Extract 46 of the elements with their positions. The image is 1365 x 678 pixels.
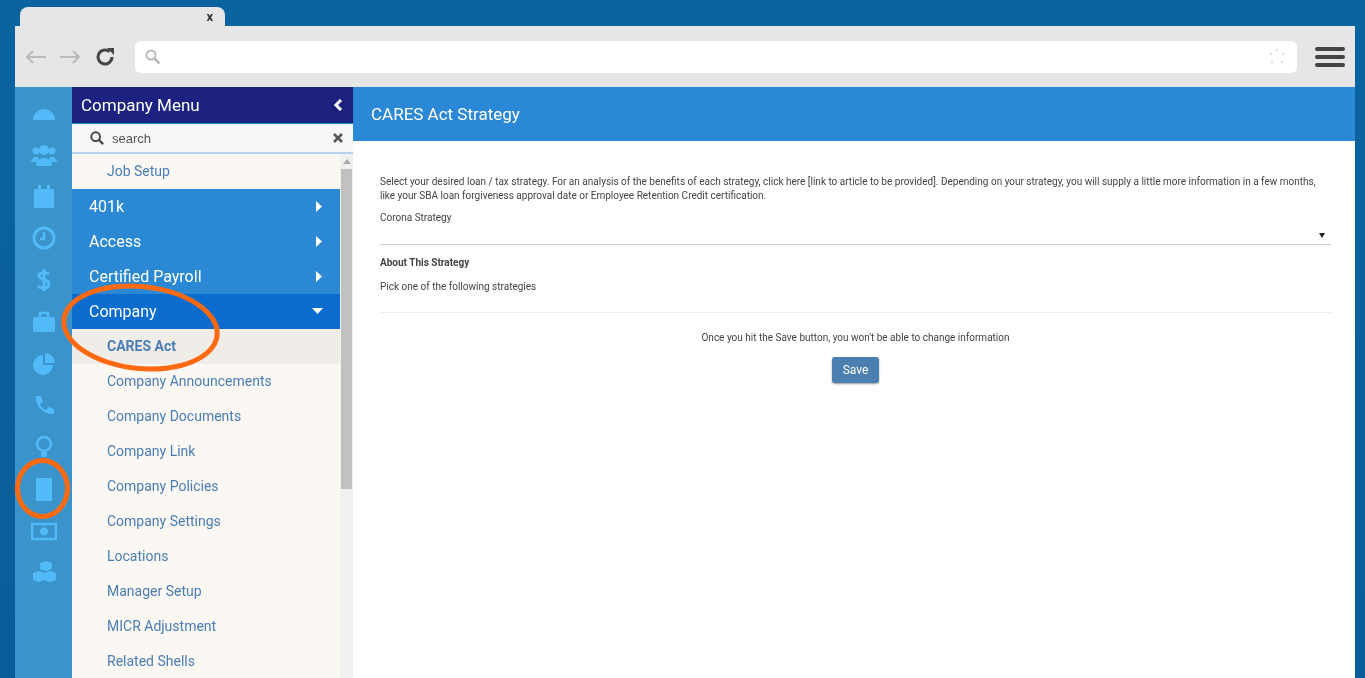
menu-group[interactable]: Access — [72, 224, 340, 259]
highlight-ring — [15, 458, 70, 519]
menu-item[interactable]: CARES Act — [72, 329, 340, 364]
clock-icon[interactable] — [30, 225, 57, 252]
scrollbar[interactable] — [340, 154, 353, 678]
search-icon — [145, 48, 161, 65]
search-icon — [90, 131, 104, 145]
intro-text: Select your desired loan / tax strategy. For an analysis of the benefits of each strategy, click here [link to article to be provided]. Depending on your strategy, you will supply a little more information in a few months, like your SBA loan forgiveness approval date or Employee Retention Credit certification. — [380, 175, 1317, 203]
menu-title: Company Menu — [81, 95, 200, 115]
scrollbar-thumb[interactable] — [341, 169, 352, 489]
menu-item[interactable]: Company Documents — [72, 399, 340, 434]
search-input[interactable]: search — [110, 129, 327, 147]
menu-item[interactable]: Company Policies — [72, 469, 340, 504]
clear-icon[interactable] — [333, 133, 343, 143]
menu-item[interactable]: Job Setup — [72, 154, 340, 189]
about-heading: About This Strategy — [380, 257, 471, 268]
warning-text: Once you hit the Save button, you won't be able to change information — [700, 332, 1011, 343]
save-button[interactable]: Save — [831, 357, 880, 383]
menu-group[interactable]: 401k — [72, 189, 340, 224]
menu-item[interactable]: Locations — [72, 539, 340, 574]
pie-icon[interactable] — [30, 350, 57, 377]
caret-right-icon — [316, 271, 323, 282]
browser-tab[interactable]: x — [20, 7, 225, 26]
about-text: Pick one of the following strategies — [380, 281, 1331, 313]
search-field[interactable]: search — [72, 124, 353, 154]
field-label: Corona Strategy — [380, 212, 453, 223]
menu-icon[interactable] — [1315, 45, 1345, 68]
menu-group[interactable]: Company — [72, 294, 340, 329]
menu-item[interactable]: Company Link — [72, 434, 340, 469]
collapse-icon[interactable] — [333, 99, 343, 111]
menu-item[interactable]: MICR Adjustment — [72, 609, 340, 644]
forward-icon[interactable] — [59, 49, 81, 64]
menu-item[interactable]: Related Shells — [72, 644, 340, 678]
menu-item[interactable]: Company Announcements — [72, 364, 340, 399]
page-title: CARES Act Strategy — [371, 104, 520, 124]
back-icon[interactable] — [25, 49, 47, 64]
tab-close-button[interactable]: x — [206, 9, 213, 24]
caret-right-icon — [316, 236, 323, 247]
briefcase-icon[interactable] — [30, 309, 57, 335]
dropdown-caret-icon — [1319, 233, 1325, 238]
caret-right-icon — [316, 201, 323, 212]
menu-item[interactable]: Company Settings — [72, 504, 340, 539]
scroll-up-icon[interactable] — [342, 159, 351, 164]
menu-item[interactable]: Manager Setup — [72, 574, 340, 609]
caret-down-icon — [312, 308, 323, 315]
menu-group[interactable]: Certified Payroll — [72, 259, 340, 294]
